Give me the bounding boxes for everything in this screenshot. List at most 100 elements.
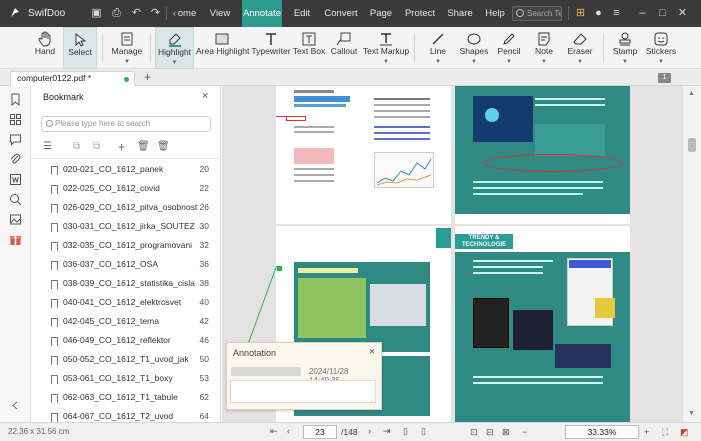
zoom-out-icon[interactable]: −	[522, 427, 527, 437]
redo-icon[interactable]: ↷	[149, 7, 162, 20]
hand-tool-button[interactable]: Hand	[28, 27, 62, 69]
bookmark-item[interactable]: 042-045_CO_1612_tema 42	[31, 312, 220, 331]
zoom-level-select[interactable]: 33.33%	[565, 425, 639, 439]
menu-share[interactable]: Share	[445, 0, 475, 27]
shapes-tool-button[interactable]: Shapes ▼	[458, 27, 490, 69]
annotation-anchor[interactable]	[277, 266, 282, 271]
scroll-down-icon[interactable]: ▼	[688, 410, 695, 417]
eraser-tool-button[interactable]: Eraser ▼	[565, 27, 595, 69]
pencil-tool-button[interactable]: Pencil ▼	[494, 27, 524, 69]
select-tool-button[interactable]: Select	[63, 27, 97, 69]
close-window-icon[interactable]: ✕	[676, 7, 689, 20]
first-page-button[interactable]: ⇤	[270, 426, 278, 437]
highlight-annotation[interactable]	[298, 268, 358, 273]
minimize-icon[interactable]: –	[636, 7, 649, 20]
undo-icon[interactable]: ↶	[130, 7, 143, 20]
previous-page-button[interactable]: ‹	[287, 426, 290, 436]
scroll-up-icon[interactable]: ▲	[688, 90, 695, 97]
highlight-tool-button[interactable]: Highlight ▼	[155, 27, 194, 69]
list-menu-icon[interactable]: ☰	[43, 141, 52, 153]
user-icon[interactable]: ●	[592, 7, 605, 20]
highlight-annotation[interactable]	[298, 278, 366, 338]
highlight-annotation[interactable]	[294, 96, 350, 102]
bookmark-item[interactable]: 038-039_CO_1612_statistika_cisla 38	[31, 274, 220, 293]
search-icon[interactable]	[9, 193, 22, 206]
manage-tool-button[interactable]: Manage ▼	[108, 27, 146, 69]
menu-help[interactable]: Help	[483, 0, 507, 27]
menu-view[interactable]: View	[205, 0, 235, 27]
menu-edit[interactable]: Edit	[289, 0, 315, 27]
thumbnails-icon[interactable]	[9, 113, 22, 126]
textbox-tool-button[interactable]: Text Box	[292, 27, 326, 69]
menu-annotate[interactable]: Annotate	[242, 0, 282, 27]
bookmark-item[interactable]: 022-025_CO_1612_covid 22	[31, 179, 220, 198]
fit-width-icon[interactable]: ⊡	[470, 427, 478, 438]
current-page-input[interactable]: 23	[303, 425, 337, 439]
chevron-left-icon[interactable]	[9, 399, 22, 412]
save-icon[interactable]: ▣	[90, 7, 103, 20]
image-icon[interactable]	[9, 213, 22, 226]
actual-size-icon[interactable]: ⊠	[502, 427, 510, 438]
pdf-page-right-bottom[interactable]: TRENDY & TECHNOLOGIE	[455, 226, 630, 422]
last-page-button[interactable]: ⇥	[383, 426, 391, 437]
maximize-icon[interactable]: □	[656, 7, 669, 20]
bookmark-item[interactable]: 053-061_CO_1612_T1_boxy 53	[31, 369, 220, 388]
comment-icon[interactable]	[9, 133, 22, 146]
scroll-thumb[interactable]	[688, 138, 696, 152]
settings-icon[interactable]: ≡	[610, 7, 623, 20]
menu-convert[interactable]: Convert	[323, 0, 359, 27]
highlight-annotation[interactable]	[374, 132, 430, 134]
highlight-annotation[interactable]	[374, 126, 430, 128]
highlight-annotation[interactable]	[374, 138, 430, 140]
bookmark-item[interactable]: 036-037_CO_1612_OSA 36	[31, 255, 220, 274]
bookmark-item[interactable]: 020-021_CO_1612_panek 20	[31, 160, 220, 179]
stamp-tool-button[interactable]: Stamp ▼	[609, 27, 641, 69]
fullscreen-icon[interactable]: ⛶	[662, 427, 668, 438]
delete-icon[interactable]: 🗑	[137, 141, 150, 153]
close-panel-button[interactable]: ×	[202, 90, 208, 102]
notification-icon[interactable]: ◩	[680, 427, 689, 438]
stickers-tool-button[interactable]: Stickers ▼	[645, 27, 677, 69]
line-tool-button[interactable]: Line ▼	[424, 27, 452, 69]
cart-icon[interactable]: ⊞	[574, 7, 587, 20]
expand-icon[interactable]: ⧉	[73, 141, 80, 153]
bookmark-item[interactable]: 064-067_CO_1612_T2_uvod 64	[31, 407, 220, 422]
search-text-input[interactable]: Search Te	[512, 6, 562, 21]
delete-all-icon[interactable]: 🗑	[157, 141, 170, 153]
bookmark-item[interactable]: 050-052_CO_1612_T1_uvod_jak 50	[31, 350, 220, 369]
annotation-comment-input[interactable]	[230, 380, 376, 403]
attachment-icon[interactable]	[9, 153, 22, 166]
vertical-scrollbar[interactable]: ▲ ▼	[682, 86, 701, 422]
fit-page-icon[interactable]: ⊟	[486, 427, 494, 438]
two-page-view-icon[interactable]: ▯	[421, 426, 426, 437]
highlight-annotation[interactable]	[294, 104, 346, 107]
document-tab[interactable]: computer0122.pdf *	[10, 71, 135, 86]
bookmark-item[interactable]: 030-031_CO_1612_jirka_SOUTEZ 30	[31, 217, 220, 236]
typewriter-tool-button[interactable]: Typewriter	[251, 27, 291, 69]
note-tool-button[interactable]: Note ▼	[530, 27, 558, 69]
menu-protect[interactable]: Protect	[403, 0, 437, 27]
bookmark-icon[interactable]	[9, 93, 22, 106]
next-page-button[interactable]: ›	[368, 426, 371, 436]
collapse-icon[interactable]: ⧉	[93, 141, 100, 153]
bookmark-item[interactable]: 040-041_CO_1612_elektrosvet 40	[31, 293, 220, 312]
bookmark-item[interactable]: 032-035_CO_1612_programovani 32	[31, 236, 220, 255]
pdf-page-right-top[interactable]	[455, 86, 630, 214]
bookmark-item[interactable]: 046-049_CO_1612_reflektor 46	[31, 331, 220, 350]
bookmark-item[interactable]: 026-029_CO_1612_pitva_osobnost 26	[31, 198, 220, 217]
pdf-page-left-top[interactable]	[276, 86, 451, 214]
highlight-annotation[interactable]	[294, 148, 334, 164]
gift-icon[interactable]	[9, 233, 22, 246]
bookmark-item[interactable]: 062-063_CO_1612_T1_tabule 62	[31, 388, 220, 407]
bookmark-search-input[interactable]: Please type here to search	[41, 116, 211, 132]
word-icon[interactable]	[9, 173, 22, 186]
add-bookmark-icon[interactable]: +	[118, 141, 125, 153]
single-page-view-icon[interactable]: ▯	[403, 426, 408, 437]
ellipse-annotation[interactable]	[483, 154, 623, 172]
new-tab-button[interactable]: +	[144, 70, 151, 84]
print-icon[interactable]: ⎙	[110, 7, 123, 20]
menu-page[interactable]: Page	[367, 0, 395, 27]
text-markup-tool-button[interactable]: Text Markup ▼	[362, 27, 410, 69]
zoom-in-icon[interactable]: +	[644, 427, 649, 437]
menu-home[interactable]: ome	[176, 0, 198, 27]
